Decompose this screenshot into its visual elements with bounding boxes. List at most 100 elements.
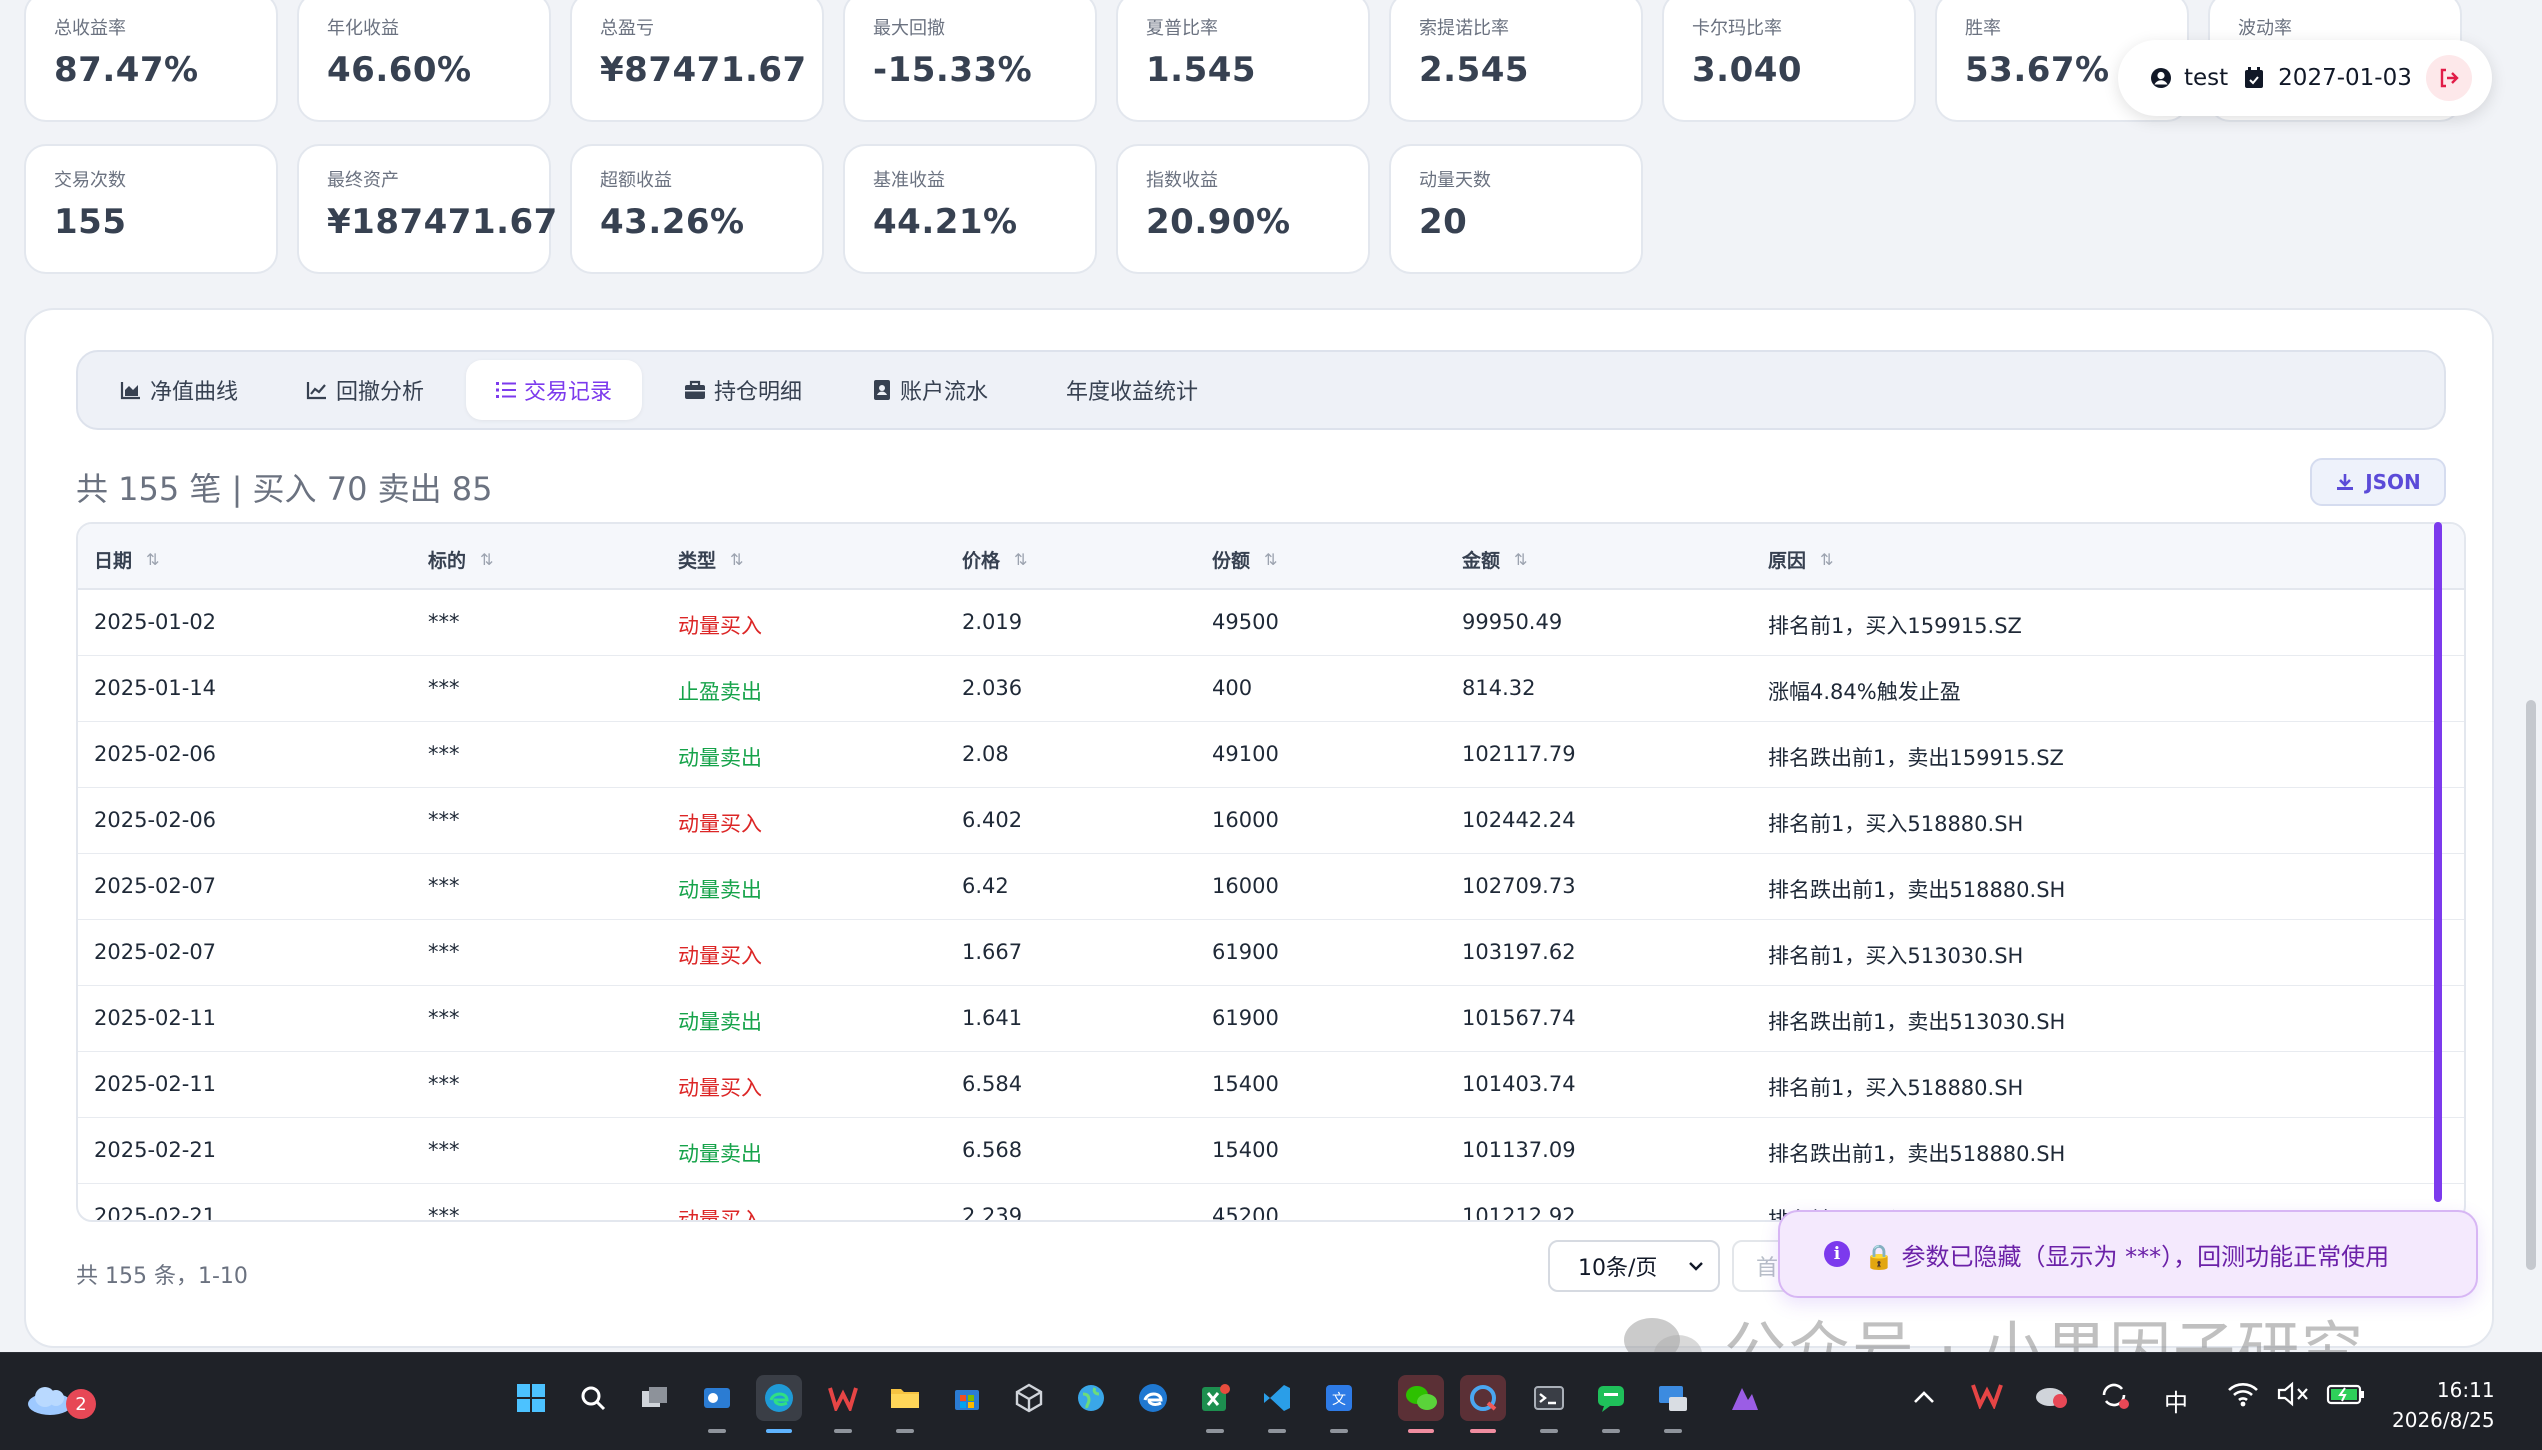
username: test bbox=[2184, 65, 2229, 91]
cell-date: 2025-02-21 bbox=[94, 1204, 217, 1222]
column-header-price[interactable]: 价格 ⇅ bbox=[962, 546, 1027, 573]
page-scrollbar[interactable] bbox=[2526, 700, 2536, 1270]
metric-card: 交易次数 155 bbox=[24, 144, 278, 274]
dev-icon bbox=[1732, 1388, 1758, 1410]
tab-label: 回撤分析 bbox=[336, 380, 425, 405]
battery-charging-icon[interactable] bbox=[2326, 1381, 2366, 1413]
task-view-button[interactable] bbox=[632, 1375, 678, 1421]
cell-symbol: *** bbox=[428, 1072, 460, 1096]
outlook-app[interactable] bbox=[694, 1375, 740, 1433]
metric-card: 总收益率 87.47% bbox=[24, 0, 278, 122]
metric-value: 43.26% bbox=[600, 202, 745, 242]
cell-shares: 61900 bbox=[1212, 940, 1279, 964]
wps-tray-icon[interactable] bbox=[1970, 1381, 2004, 1415]
wps-app[interactable] bbox=[820, 1375, 866, 1433]
weather-widget[interactable]: 2 bbox=[22, 1375, 96, 1421]
list-icon bbox=[496, 382, 516, 398]
table-row[interactable]: 2025-01-14 *** 止盈卖出 2.036 400 814.32 涨幅4.84%触发… bbox=[78, 656, 2464, 722]
table-row[interactable]: 2025-02-07 *** 动量卖出 6.42 16000 102709.73 排名跌出前… bbox=[78, 854, 2464, 920]
page-size-select[interactable]: 10条/页 bbox=[1548, 1240, 1720, 1292]
chat-app[interactable] bbox=[1588, 1375, 1634, 1433]
tray-overflow-icon[interactable] bbox=[1912, 1383, 1936, 1411]
tab-net-value-curve[interactable]: 净值曲线 bbox=[90, 360, 268, 420]
table-row[interactable]: 2025-02-06 *** 动量买入 6.402 16000 102442.24 排名前1… bbox=[78, 788, 2464, 854]
cloud-sync-icon[interactable] bbox=[2034, 1381, 2068, 1415]
toast-message: 🔒 参数已隐藏（显示为 ***），回测功能正常使用 bbox=[1864, 1242, 2390, 1271]
edge-app[interactable] bbox=[756, 1375, 802, 1433]
globe-app[interactable] bbox=[1068, 1375, 1114, 1421]
table-row[interactable]: 2025-02-07 *** 动量买入 1.667 61900 103197.62 排名前1… bbox=[78, 920, 2464, 986]
spreadsheet-app[interactable] bbox=[1192, 1375, 1238, 1433]
table-row[interactable]: 2025-02-06 *** 动量卖出 2.08 49100 102117.79 排名跌出前… bbox=[78, 722, 2464, 788]
tab-trade-records[interactable]: 交易记录 bbox=[466, 360, 643, 420]
tab-holdings[interactable]: 持仓明细 bbox=[654, 360, 832, 420]
metric-label: 胜率 bbox=[1965, 18, 2001, 39]
search-icon bbox=[581, 1386, 606, 1411]
export-json-button[interactable]: JSON bbox=[2310, 458, 2446, 506]
translate-app[interactable]: 文 bbox=[1316, 1375, 1362, 1433]
cell-amount: 101212.92 bbox=[1462, 1204, 1576, 1222]
vscode-app[interactable] bbox=[1254, 1375, 1300, 1433]
cell-type: 动量卖出 bbox=[678, 878, 762, 902]
cell-amount: 101137.09 bbox=[1462, 1138, 1576, 1162]
table-row[interactable]: 2025-02-11 *** 动量卖出 1.641 61900 101567.74 排名跌出… bbox=[78, 986, 2464, 1052]
area-chart-icon bbox=[120, 382, 140, 400]
store-app[interactable] bbox=[944, 1375, 990, 1421]
metric-label: 年化收益 bbox=[327, 18, 399, 39]
column-header-amount[interactable]: 金额 ⇅ bbox=[1462, 546, 1527, 573]
cell-date: 2025-01-02 bbox=[94, 610, 217, 634]
edge-ai-icon bbox=[1139, 1384, 1167, 1412]
tab-bar: 净值曲线 回撤分析 交易记录 持仓明细 账户流水 年度收益统计 bbox=[76, 350, 2446, 430]
cell-date: 2025-02-21 bbox=[94, 1138, 217, 1162]
column-header-type[interactable]: 类型 ⇅ bbox=[678, 546, 743, 573]
column-header-date[interactable]: 日期 ⇅ bbox=[94, 546, 159, 573]
metric-value: -15.33% bbox=[873, 50, 1033, 90]
cube-app[interactable] bbox=[1006, 1375, 1052, 1421]
cell-amount: 101567.74 bbox=[1462, 1006, 1576, 1030]
column-header-shares[interactable]: 份额 ⇅ bbox=[1212, 546, 1277, 573]
cell-price: 2.239 bbox=[962, 1204, 1023, 1222]
dev-app[interactable] bbox=[1722, 1375, 1768, 1421]
remote-desktop-app[interactable] bbox=[1650, 1375, 1696, 1433]
system-clock[interactable]: 16:11 2026/8/25 bbox=[2392, 1375, 2495, 1435]
tab-annual-returns[interactable]: 年度收益统计 bbox=[1036, 360, 1228, 420]
file-explorer-app[interactable] bbox=[882, 1375, 928, 1433]
metric-label: 总收益率 bbox=[54, 18, 126, 39]
cell-amount: 102442.24 bbox=[1462, 808, 1576, 832]
watermark: 公众号 · 小果因子研究 bbox=[1620, 1300, 2365, 1352]
search-button[interactable] bbox=[570, 1375, 616, 1421]
edge-ai-app[interactable] bbox=[1130, 1375, 1176, 1421]
tab-label: 年度收益统计 bbox=[1066, 380, 1199, 405]
browser-app[interactable] bbox=[1460, 1375, 1506, 1433]
cell-reason: 涨幅4.84%触发止盈 bbox=[1768, 680, 1961, 704]
tab-account-flow[interactable]: 账户流水 bbox=[842, 360, 1018, 420]
current-date: 2027-01-03 bbox=[2278, 65, 2412, 91]
tab-label: 净值曲线 bbox=[150, 380, 239, 405]
terminal-app[interactable] bbox=[1526, 1375, 1572, 1433]
wechat-app[interactable] bbox=[1398, 1375, 1444, 1433]
metric-label: 总盈亏 bbox=[600, 18, 654, 39]
metric-label: 交易次数 bbox=[54, 170, 126, 191]
wps-icon bbox=[828, 1387, 858, 1411]
table-row[interactable]: 2025-01-02 *** 动量买入 2.019 49500 99950.49 排名前1，… bbox=[78, 590, 2464, 656]
metric-card: 动量天数 20 bbox=[1389, 144, 1643, 274]
table-row[interactable]: 2025-02-21 *** 动量卖出 6.568 15400 101137.09 排名跌出… bbox=[78, 1118, 2464, 1184]
ime-indicator[interactable]: 中 bbox=[2164, 1383, 2188, 1418]
metric-value: 44.21% bbox=[873, 202, 1018, 242]
chat-icon bbox=[1598, 1386, 1624, 1412]
table-scrollbar[interactable] bbox=[2434, 522, 2442, 1202]
logout-button[interactable] bbox=[2426, 55, 2472, 101]
trade-table: 日期 ⇅ 标的 ⇅ 类型 ⇅ 价格 ⇅ 份额 ⇅ 金额 ⇅ 原因 ⇅ 2025-01-02 **… bbox=[76, 522, 2466, 1222]
globe-icon bbox=[1078, 1385, 1104, 1411]
tab-drawdown-analysis[interactable]: 回撤分析 bbox=[276, 360, 454, 420]
info-icon: i bbox=[1824, 1241, 1850, 1267]
metric-label: 夏普比率 bbox=[1146, 18, 1218, 39]
cell-shares: 49100 bbox=[1212, 742, 1279, 766]
table-row[interactable]: 2025-02-11 *** 动量买入 6.584 15400 101403.74 排名前1… bbox=[78, 1052, 2464, 1118]
start-button[interactable] bbox=[508, 1375, 554, 1421]
wifi-icon[interactable] bbox=[2226, 1381, 2260, 1413]
volume-muted-icon[interactable] bbox=[2276, 1381, 2310, 1413]
sync-icon[interactable] bbox=[2098, 1379, 2130, 1417]
column-header-symbol[interactable]: 标的 ⇅ bbox=[428, 546, 493, 573]
column-header-reason[interactable]: 原因 ⇅ bbox=[1768, 546, 1833, 573]
